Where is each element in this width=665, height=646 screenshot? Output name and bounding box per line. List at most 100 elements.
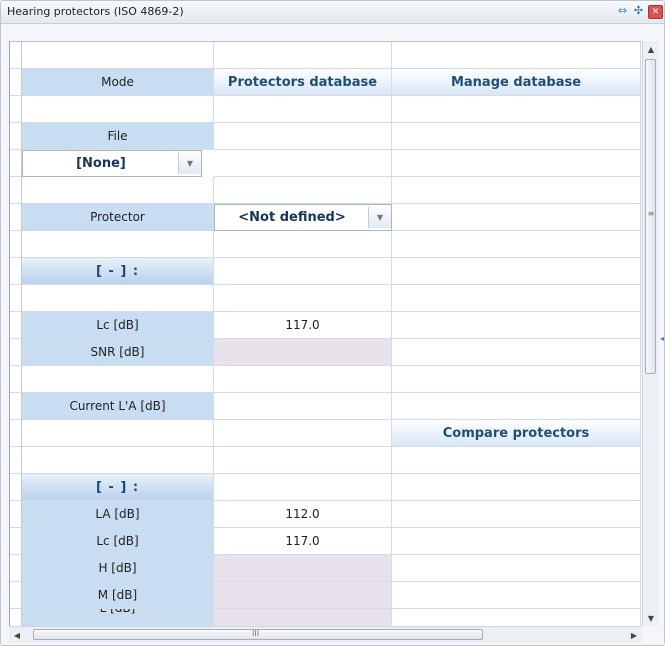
snr-label: SNR [dB] — [22, 339, 214, 366]
grid-row: L [dB] — [10, 609, 641, 627]
empty-cell — [392, 339, 641, 366]
window-title: Hearing protectors (ISO 4869-2) — [7, 5, 184, 18]
empty-cell — [392, 501, 641, 528]
m-label: M [dB] — [22, 582, 214, 609]
compare-protectors-button[interactable]: Compare protectors — [392, 420, 641, 447]
empty-cell — [22, 366, 214, 393]
manage-database-button[interactable]: Manage database — [392, 69, 641, 96]
grid-row: Mode Protectors database Manage database — [10, 69, 641, 96]
row-gutter — [10, 609, 22, 627]
grid-row — [10, 285, 641, 312]
horizontal-scroll-thumb[interactable]: III — [33, 629, 483, 640]
row-gutter — [10, 447, 22, 474]
row-gutter — [10, 69, 22, 96]
lc-value[interactable]: 117.0 — [214, 312, 392, 339]
hearing-protectors-window: Hearing protectors (ISO 4869-2) ⇔ ✣ ✕ Mo… — [0, 0, 665, 646]
current-la-label: Current L'A [dB] — [22, 393, 214, 420]
empty-cell — [22, 231, 214, 258]
chevron-down-icon[interactable]: ▼ — [178, 153, 201, 174]
empty-cell — [392, 366, 641, 393]
lc2-value[interactable]: 117.0 — [214, 528, 392, 555]
empty-cell — [392, 447, 641, 474]
horizontal-scrollbar[interactable]: ◀ III ▶ — [9, 626, 642, 643]
empty-cell — [214, 366, 392, 393]
snr-value — [214, 339, 392, 366]
protector-section-header[interactable]: [ - ] : — [22, 258, 214, 285]
file-label: File — [22, 123, 214, 150]
empty-cell — [214, 258, 392, 285]
protector-dropdown-value: <Not defined> — [238, 210, 346, 225]
grip-icon: ≡ — [647, 209, 655, 218]
row-gutter — [10, 312, 22, 339]
chevron-down-icon[interactable]: ▼ — [368, 207, 391, 228]
lc2-label: Lc [dB] — [22, 528, 214, 555]
scroll-left-icon[interactable]: ◀ — [9, 627, 25, 643]
grid-row: [ - ] : — [10, 474, 641, 501]
row-gutter — [10, 204, 22, 231]
empty-cell — [214, 150, 392, 177]
empty-cell — [392, 474, 641, 501]
grid-row — [10, 96, 641, 123]
empty-cell — [392, 609, 641, 627]
grid-row: M [dB] — [10, 582, 641, 609]
empty-cell — [392, 285, 641, 312]
l-label: L [dB] — [22, 609, 214, 627]
empty-cell — [392, 42, 641, 69]
restore-icon[interactable]: ⇔ — [616, 5, 629, 17]
l-value — [214, 609, 392, 627]
protector-dropdown[interactable]: <Not defined> ▼ — [214, 204, 392, 231]
empty-cell — [214, 123, 392, 150]
empty-cell — [214, 42, 392, 69]
file-dropdown-value: [None] — [76, 156, 126, 171]
protector-label: Protector — [22, 204, 214, 231]
empty-cell — [392, 528, 641, 555]
noise-section-header[interactable]: [ - ] : — [22, 474, 214, 501]
row-gutter — [10, 231, 22, 258]
la-label: LA [dB] — [22, 501, 214, 528]
row-gutter — [10, 528, 22, 555]
empty-cell — [214, 231, 392, 258]
vertical-scrollbar[interactable]: ▲ ≡ ▼ — [642, 41, 659, 626]
close-icon[interactable]: ✕ — [648, 5, 663, 19]
row-gutter — [10, 123, 22, 150]
row-gutter — [10, 258, 22, 285]
protectors-database-button[interactable]: Protectors database — [214, 69, 392, 96]
maximize-icon[interactable]: ✣ — [632, 5, 645, 17]
row-gutter — [10, 474, 22, 501]
grid-row: Current L'A [dB] — [10, 393, 641, 420]
current-la-value[interactable] — [214, 393, 392, 420]
row-gutter — [10, 501, 22, 528]
grid-row — [10, 231, 641, 258]
title-bar: Hearing protectors (ISO 4869-2) ⇔ ✣ ✕ — [1, 1, 664, 24]
lc-label: Lc [dB] — [22, 312, 214, 339]
empty-cell — [22, 285, 214, 312]
row-gutter — [10, 555, 22, 582]
grid-row: Compare protectors — [10, 420, 641, 447]
empty-cell — [392, 96, 641, 123]
empty-cell — [214, 420, 392, 447]
scroll-down-icon[interactable]: ▼ — [643, 610, 659, 626]
scroll-right-icon[interactable]: ▶ — [626, 627, 642, 643]
grid-row: SNR [dB] — [10, 339, 641, 366]
row-gutter — [10, 42, 22, 69]
empty-cell — [392, 393, 641, 420]
row-gutter — [10, 150, 22, 177]
collapse-arrow-icon[interactable]: ◀ — [660, 334, 664, 343]
la-value[interactable]: 112.0 — [214, 501, 392, 528]
empty-cell — [392, 312, 641, 339]
vertical-scroll-thumb[interactable]: ≡ — [645, 59, 656, 374]
empty-cell — [392, 204, 641, 231]
grid-row — [10, 42, 641, 69]
empty-cell — [214, 96, 392, 123]
empty-cell — [392, 177, 641, 204]
empty-cell — [22, 42, 214, 69]
scroll-up-icon[interactable]: ▲ — [643, 41, 659, 57]
empty-cell — [214, 474, 392, 501]
empty-cell — [392, 123, 641, 150]
h-value — [214, 555, 392, 582]
empty-cell — [22, 177, 214, 204]
empty-cell — [392, 150, 641, 177]
file-dropdown[interactable]: [None] ▼ — [22, 150, 202, 177]
grid-row: Lc [dB] 117.0 — [10, 528, 641, 555]
empty-cell — [392, 258, 641, 285]
